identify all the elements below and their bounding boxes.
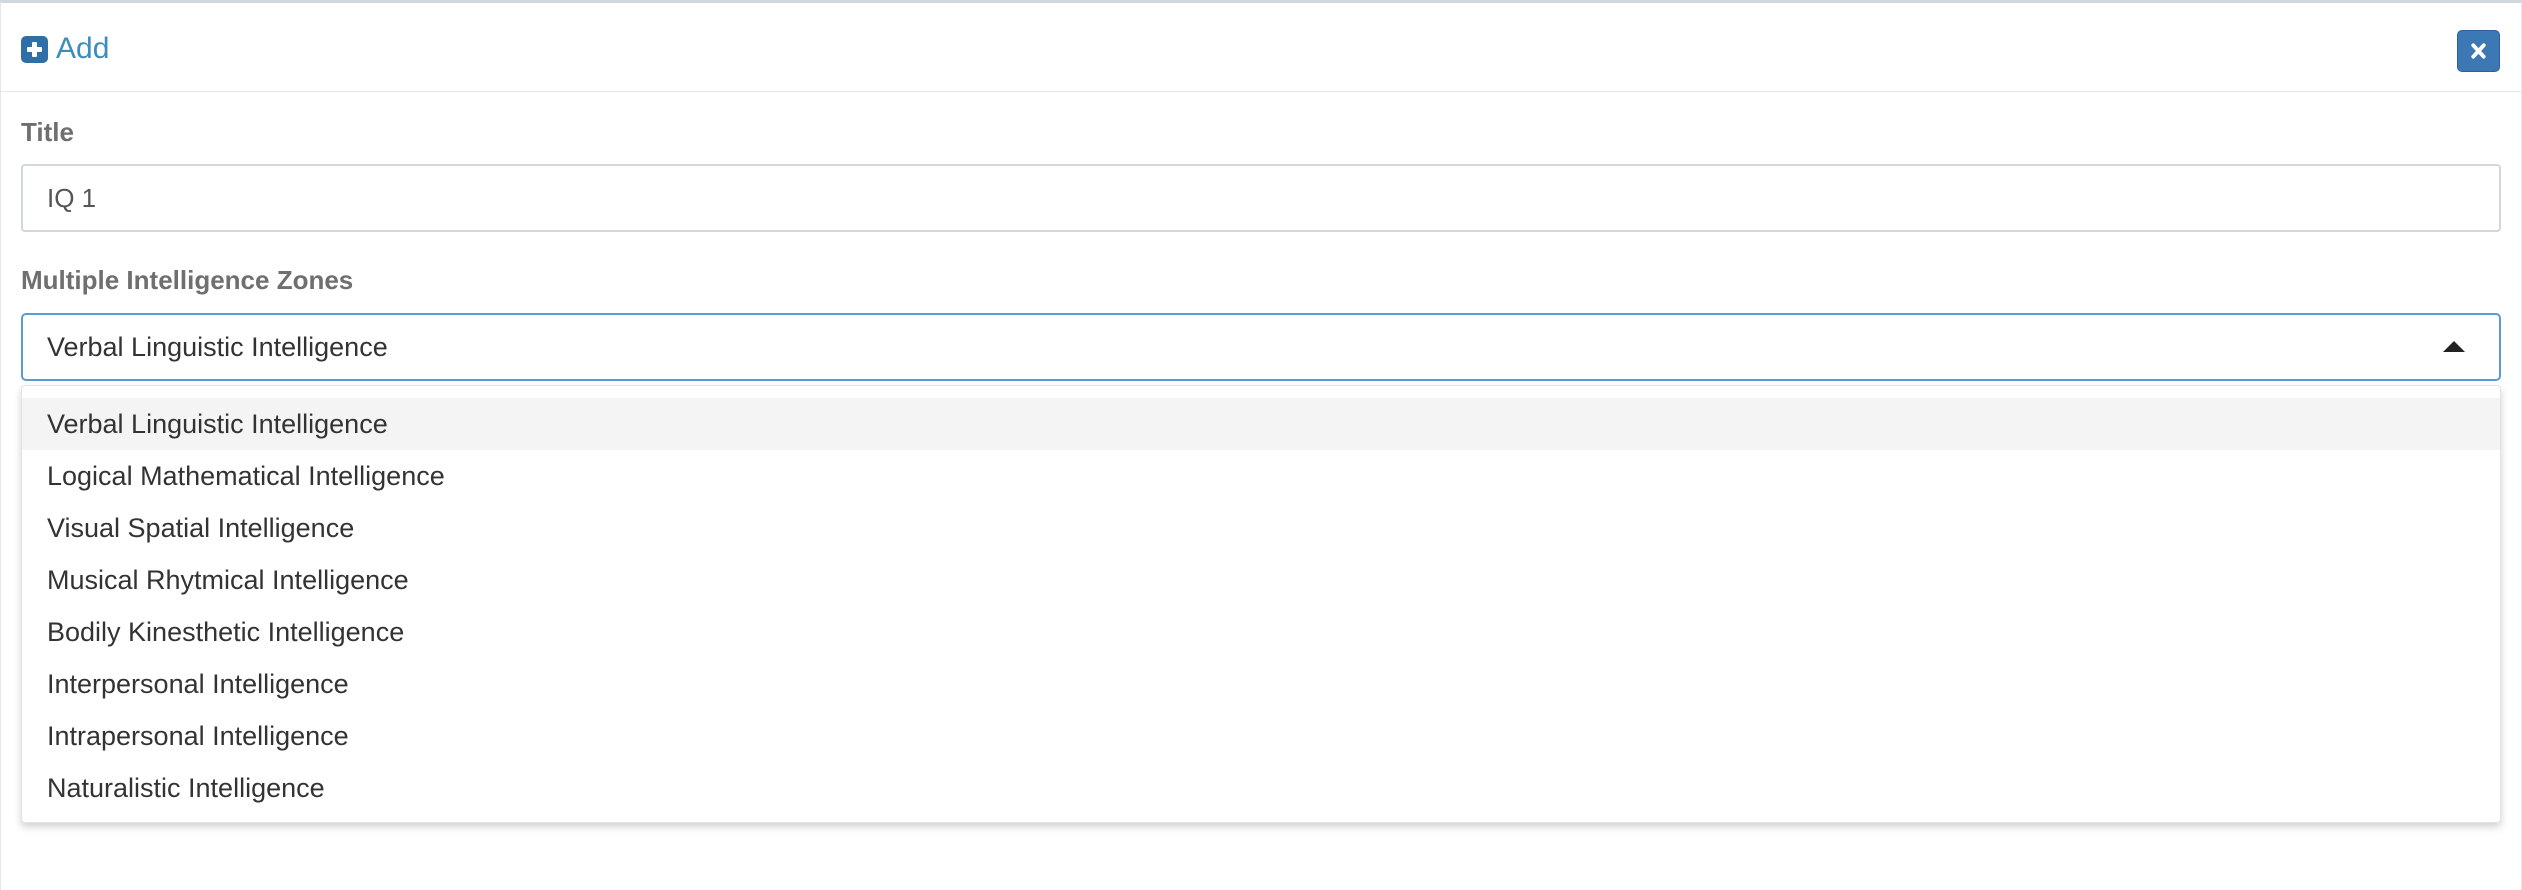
zones-option-verbal-linguistic[interactable]: Verbal Linguistic Intelligence [22, 398, 2500, 450]
add-form-panel: Add Title IQ 1 Multiple Intelligence Zon… [0, 0, 2522, 890]
close-icon [2471, 43, 2486, 59]
plus-square-icon [21, 35, 48, 63]
zones-option-musical-rhytmical[interactable]: Musical Rhytmical Intelligence [22, 554, 2500, 606]
zones-dropdown: Verbal Linguistic Intelligence Logical M… [21, 385, 2501, 823]
panel-header: Add [1, 3, 2521, 92]
zones-option-intrapersonal[interactable]: Intrapersonal Intelligence [22, 710, 2500, 762]
title-label: Title [21, 117, 74, 147]
zones-option-naturalistic[interactable]: Naturalistic Intelligence [22, 762, 2500, 814]
add-button[interactable]: Add [21, 29, 109, 69]
zones-select[interactable]: Verbal Linguistic Intelligence [21, 313, 2501, 381]
caret-up-icon [2443, 341, 2465, 352]
zones-option-bodily-kinesthetic[interactable]: Bodily Kinesthetic Intelligence [22, 606, 2500, 658]
zones-option-visual-spatial[interactable]: Visual Spatial Intelligence [22, 502, 2500, 554]
add-label: Add [56, 32, 110, 65]
zones-selected-value: Verbal Linguistic Intelligence [47, 331, 388, 362]
close-button[interactable] [2457, 30, 2500, 72]
zones-option-interpersonal[interactable]: Interpersonal Intelligence [22, 658, 2500, 710]
zones-option-logical-mathematical[interactable]: Logical Mathematical Intelligence [22, 450, 2500, 502]
title-input[interactable]: IQ 1 [21, 164, 2501, 232]
zones-label: Multiple Intelligence Zones [21, 265, 354, 295]
